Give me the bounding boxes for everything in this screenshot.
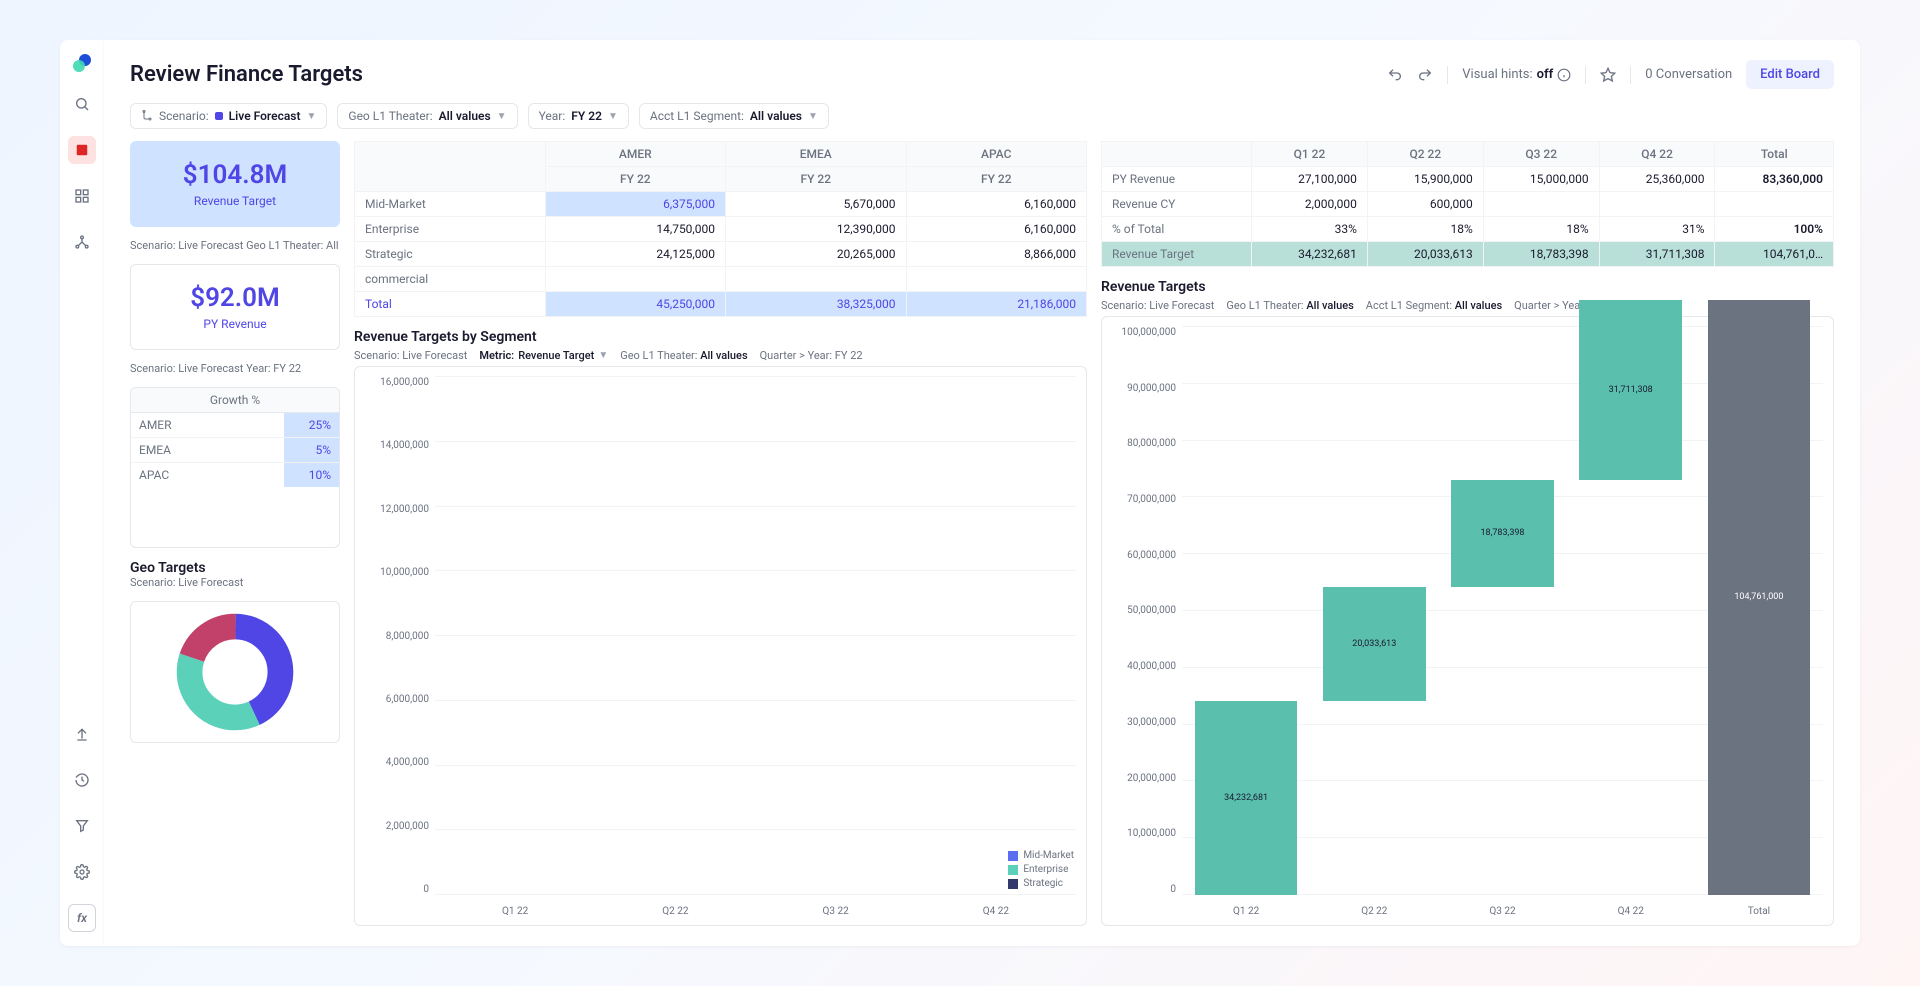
filter-chip[interactable]: Year:FY 22▼ — [528, 103, 629, 129]
table-row[interactable]: Total45,250,00038,325,00021,186,000 — [355, 292, 1087, 317]
chevron569-down-icon: ▼ — [497, 111, 507, 122]
filter-chip[interactable]: Geo L1 Theater:All values▼ — [337, 103, 517, 129]
table-row[interactable]: Mid-Market6,375,0005,670,0006,160,000 — [355, 192, 1087, 217]
star-icon[interactable] — [1600, 67, 1616, 83]
table-row[interactable]: Strategic24,125,00020,265,0008,866,000 — [355, 242, 1087, 267]
table-row[interactable]: PY Revenue27,100,00015,900,00015,000,000… — [1102, 167, 1834, 192]
filter-icon[interactable] — [68, 812, 96, 840]
growth-meta: Scenario: Live Forecast Year: FY 22 — [130, 362, 340, 375]
share-icon[interactable] — [68, 228, 96, 256]
chart1-title: Revenue Targets by Segment — [354, 329, 1087, 345]
waterfall-bar[interactable]: 34,232,681 — [1195, 701, 1298, 895]
redo-icon[interactable] — [1417, 67, 1433, 83]
chevron-down-icon: ▼ — [598, 350, 608, 361]
geo-targets-title: Geo Targets — [130, 560, 340, 576]
filter-chip[interactable]: Acct L1 Segment:All values▼ — [639, 103, 829, 129]
history-icon[interactable] — [68, 766, 96, 794]
waterfall-chart[interactable]: 100,000,00090,000,00080,000,00070,000,00… — [1101, 316, 1834, 926]
grouped-bar-chart[interactable]: 16,000,00014,000,00012,000,00010,000,000… — [354, 366, 1087, 926]
conversation-button[interactable]: 0 Conversation — [1645, 67, 1732, 82]
apps-icon[interactable] — [68, 182, 96, 210]
chart-legend: Mid-MarketEnterpriseStrategic — [1008, 847, 1074, 889]
sidebar: fx — [60, 40, 104, 946]
chevron569-down-icon: ▼ — [608, 111, 618, 122]
search-icon[interactable] — [68, 90, 96, 118]
filter-chip[interactable]: Scenario:Live Forecast▼ — [130, 103, 327, 129]
function-icon[interactable]: fx — [68, 904, 96, 932]
waterfall-bar[interactable]: 20,033,613 — [1323, 587, 1426, 701]
table-row[interactable]: AMER25% — [131, 413, 339, 438]
waterfall-bar[interactable]: 18,783,398 — [1451, 480, 1554, 587]
metric-dropdown[interactable]: Metric: Revenue Target ▼ — [479, 349, 608, 362]
waterfall-bar[interactable]: 31,711,308 — [1579, 300, 1682, 480]
undo-icon[interactable] — [1387, 67, 1403, 83]
filter-bar: Scenario:Live Forecast▼ Geo L1 Theater:Al… — [130, 103, 1834, 129]
table-row[interactable]: EMEA5% — [131, 438, 339, 463]
table-row[interactable]: Enterprise14,750,00012,390,0006,160,000 — [355, 217, 1087, 242]
board-icon[interactable] — [68, 136, 96, 164]
donut-icon — [175, 612, 295, 732]
visual-hints-toggle[interactable]: Visual hints: off — [1462, 67, 1571, 82]
table-row[interactable]: % of Total33%18%18%31%100% — [1102, 217, 1834, 242]
chart2-title: Revenue Targets — [1101, 279, 1834, 295]
page-title: Review Finance Targets — [130, 62, 363, 87]
table-row[interactable]: Revenue Target34,232,68120,033,61318,783… — [1102, 242, 1834, 267]
info-icon — [1557, 68, 1571, 82]
main-panel: Review Finance Targets Visual hints: off… — [104, 40, 1860, 946]
table-row[interactable]: APAC10% — [131, 463, 339, 487]
upload-icon[interactable] — [68, 720, 96, 748]
edit-board-button[interactable]: Edit Board — [1746, 60, 1834, 89]
table-row[interactable]: commercial — [355, 267, 1087, 292]
quarter-table[interactable]: Q1 22Q2 22Q3 22Q4 22TotalPY Revenue27,10… — [1101, 141, 1834, 267]
kpi-meta: Scenario: Live Forecast Geo L1 Theater: … — [130, 239, 340, 252]
branch-icon — [141, 110, 153, 122]
settings-icon[interactable] — [68, 858, 96, 886]
kpi-revenue-target[interactable]: $104.8M Revenue Target — [130, 141, 340, 227]
segment-region-table[interactable]: AMEREMEAAPACFY 22FY 22FY 22Mid-Market6,3… — [354, 141, 1087, 317]
chevron569-down-icon: ▼ — [306, 111, 316, 122]
app-logo — [73, 54, 91, 72]
table-row[interactable]: Revenue CY2,000,000600,000 — [1102, 192, 1834, 217]
chevron569-down-icon: ▼ — [808, 111, 818, 122]
growth-table[interactable]: Growth % AMER25%EMEA5%APAC10% — [130, 387, 340, 548]
geo-donut-chart[interactable] — [130, 601, 340, 743]
waterfall-bar[interactable]: 104,761,000 — [1708, 300, 1811, 895]
kpi-py-revenue[interactable]: $92.0M PY Revenue — [130, 264, 340, 350]
